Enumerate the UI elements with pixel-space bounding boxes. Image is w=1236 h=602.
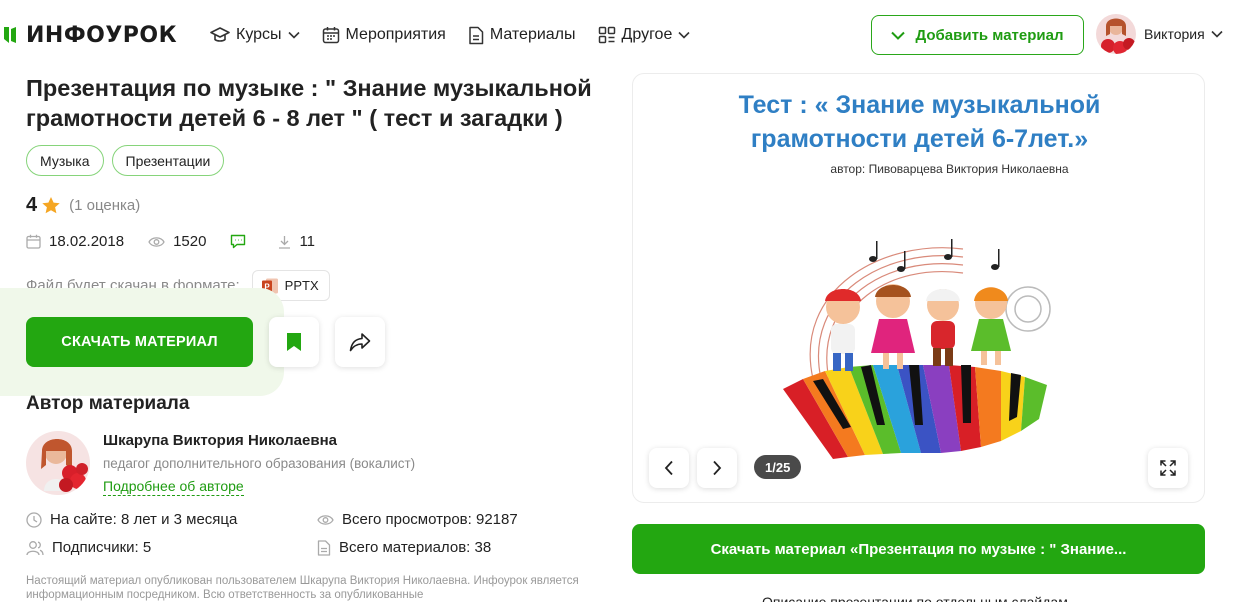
tag-music[interactable]: Музыка [26,145,104,176]
logo-text: ИНФОУРОК [26,22,178,48]
slide-title: Тест : « Знание музыкальной грамотности … [633,88,1204,156]
download-material-wide-button[interactable]: Скачать материал «Презентация по музыке … [632,524,1205,574]
add-material-button[interactable]: Добавить материал [871,15,1084,55]
meta-downloads: 11 [278,233,315,250]
document-icon [317,539,331,556]
nav-item-courses[interactable]: Курсы [210,23,300,47]
logo-mark-icon [4,27,16,43]
download-icon [279,235,291,249]
stat-on-site-text: На сайте: 8 лет и 3 месяца [50,511,238,528]
star-icon[interactable] [41,196,61,215]
author-role: педагог дополнительного образования (вок… [103,456,416,471]
slide-title-line-2: грамотности детей 6-7лет.» [750,125,1089,153]
share-button[interactable] [335,317,385,367]
stat-total-materials: Всего материалов: 38 [317,539,491,556]
chevron-down-icon [678,31,690,39]
disclaimer: Настоящий материал опубликован пользоват… [26,575,579,601]
slides-description-link[interactable]: Описание презентации по отдельным слайда… [762,594,1068,602]
grid-icon [598,26,615,44]
avatar [1096,14,1136,54]
graduation-cap-icon [210,27,230,42]
add-material-label: Добавить материал [915,26,1064,44]
chevron-right-icon [713,460,722,476]
chevron-down-icon [891,31,906,40]
eye-icon [148,236,165,247]
calendar-icon [322,27,339,44]
author-profile-link[interactable]: Подробнее об авторе [103,478,244,496]
logo[interactable]: ИНФОУРОК [2,22,177,48]
nav-item-materials[interactable]: Материалы [468,23,576,47]
publish-date: 18.02.2018 [49,233,125,250]
share-arrow-icon [349,333,371,352]
meta-comments[interactable] [230,234,254,249]
author-avatar[interactable] [26,431,90,495]
stat-total-views: Всего просмотров: 92187 [317,511,518,528]
stat-total-materials-text: Всего материалов: 38 [339,539,492,556]
page-title: Презентация по музыке : " Знание музыкал… [26,75,592,131]
site-header: ИНФОУРОК Курсы Мероприятия Материалы Дру… [0,0,1236,68]
stat-subscribers: Подписчики: 5 [26,539,151,556]
dancing-children-piano-image [783,239,1051,459]
users-icon [26,540,44,555]
next-slide-button[interactable] [697,448,737,488]
tag-list: Музыка Презентации [26,145,232,176]
nav-item-events[interactable]: Мероприятия [322,23,446,47]
download-material-button[interactable]: СКАЧАТЬ МАТЕРИАЛ [26,317,253,367]
rating-value: 4 [26,194,38,216]
views-count: 1520 [173,233,207,250]
stat-subscribers-text: Подписчики: 5 [52,539,152,556]
nav-item-other[interactable]: Другое [598,23,691,47]
main-nav: Курсы Мероприятия Материалы Другое [210,23,712,47]
slide-preview: Тест : « Знание музыкальной грамотности … [632,73,1205,503]
eye-icon [317,514,334,525]
nav-item-label: Материалы [489,26,576,43]
author-name[interactable]: Шкарупа Виктория Николаевна [103,432,337,449]
calendar-icon [26,234,41,249]
author-heading: Автор материала [26,393,190,414]
stat-on-site: На сайте: 8 лет и 3 месяца [26,511,237,528]
nav-item-label: Курсы [236,26,282,43]
meta-views: 1520 [148,233,206,250]
tag-presentations[interactable]: Презентации [111,145,225,176]
clock-icon [26,511,42,528]
user-menu[interactable]: Виктория [1096,14,1223,54]
expand-icon [1160,460,1176,476]
chevron-left-icon [664,460,673,476]
bookmark-button[interactable] [269,317,319,367]
chevron-down-icon [287,31,300,39]
stat-total-views-text: Всего просмотров: 92187 [342,511,518,528]
rating: 4 (1 оценка) [26,194,140,217]
meta-date: 18.02.2018 [26,233,124,250]
rating-count: (1 оценка) [69,197,141,214]
chevron-down-icon [1211,30,1223,38]
prev-slide-button[interactable] [649,448,689,488]
format-value: PPTX [284,278,319,293]
nav-item-label: Другое [621,26,673,43]
slide-author: автор: Пивоварцева Виктория Николаевна [830,162,1069,176]
comment-icon [231,234,246,249]
slide-title-line-1: Тест : « Знание музыкальной [738,91,1101,119]
fullscreen-button[interactable] [1148,448,1188,488]
user-name: Виктория [1144,26,1205,42]
document-icon [469,26,484,44]
nav-item-label: Мероприятия [345,26,446,43]
slide-page-indicator: 1/25 [754,455,802,479]
bookmark-icon [287,333,301,351]
downloads-count: 11 [299,233,316,250]
material-meta: 18.02.2018 1520 11 [26,233,339,250]
